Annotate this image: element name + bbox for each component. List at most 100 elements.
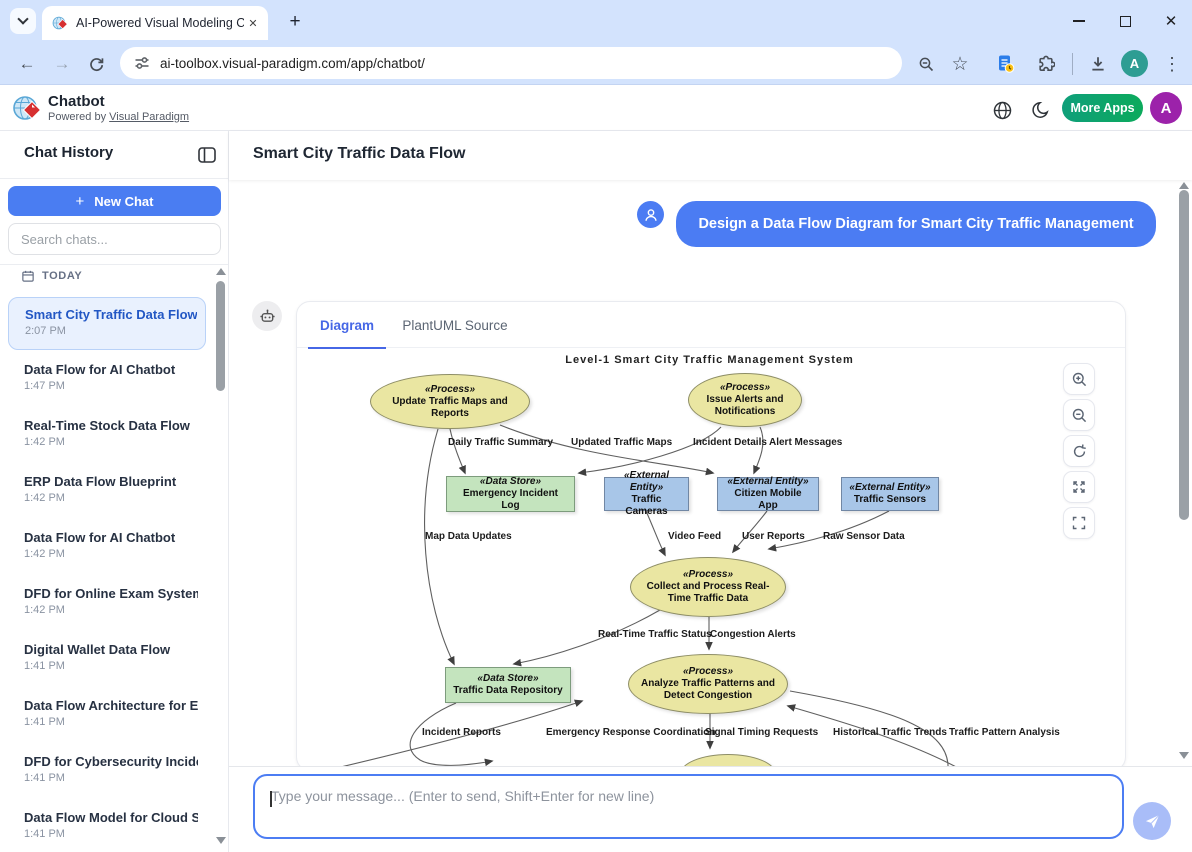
node-name: Update Traffic Maps and Reports <box>377 396 523 420</box>
zoom-out-page-button[interactable] <box>912 50 940 78</box>
zoom-in-icon <box>1071 371 1088 388</box>
zoom-out-icon <box>1071 407 1088 424</box>
chat-item-time: 1:41 PM <box>24 660 198 672</box>
chat-list-item[interactable]: Data Flow for AI Chatbot 1:47 PM <box>8 353 206 406</box>
chat-item-title: ERP Data Flow Blueprint <box>24 474 198 489</box>
chat-list-item[interactable]: Digital Wallet Data Flow 1:41 PM <box>8 633 206 686</box>
chat-list-item[interactable]: Real-Time Stock Data Flow 1:42 PM <box>8 409 206 462</box>
sidebar-scroll-down-arrow[interactable] <box>216 837 226 844</box>
person-icon <box>643 207 659 223</box>
back-button[interactable]: ← <box>12 49 42 79</box>
tab-diagram[interactable]: Diagram <box>308 302 386 348</box>
new-tab-button[interactable]: + <box>282 9 308 35</box>
today-label: TODAY <box>42 270 82 282</box>
fullscreen-button[interactable] <box>1063 507 1095 539</box>
browser-menu-kebab-icon[interactable]: ⋮ <box>1158 50 1186 78</box>
zoom-out-button[interactable] <box>1063 399 1095 431</box>
app-title: Chatbot <box>48 93 105 110</box>
node-stereotype: «External Entity» <box>727 476 808 488</box>
browser-tab[interactable]: AI-Powered Visual Modeling Ch ✕ <box>42 6 268 40</box>
edge-label: Real-Time Traffic Status <box>598 629 712 640</box>
sidebar-scroll-up-arrow[interactable] <box>216 268 226 275</box>
downloads-button[interactable] <box>1084 50 1112 78</box>
window-close-button[interactable]: ✕ <box>1156 8 1186 34</box>
process-update-traffic-maps: «Process» Update Traffic Maps and Report… <box>370 374 530 429</box>
node-name: Traffic Cameras <box>611 494 682 518</box>
window-minimize-button[interactable] <box>1064 8 1094 34</box>
new-chat-button[interactable]: + New Chat <box>8 186 221 216</box>
chat-list-item[interactable]: ERP Data Flow Blueprint 1:42 PM <box>8 465 206 518</box>
tab-close-icon[interactable]: ✕ <box>244 14 262 32</box>
main-area: Smart City Traffic Data Flow Design a Da… <box>229 131 1192 852</box>
calendar-icon <box>22 270 34 282</box>
main-scroll-down-arrow[interactable] <box>1179 752 1189 759</box>
node-stereotype: «Process» <box>683 569 733 581</box>
divider <box>0 178 229 179</box>
conversation-title-bar: Smart City Traffic Data Flow <box>229 131 1192 180</box>
powered-by-prefix: Powered by <box>48 111 106 123</box>
url-bar[interactable]: ai-toolbox.visual-paradigm.com/app/chatb… <box>120 47 902 79</box>
reload-button[interactable] <box>81 49 111 79</box>
edge-label: Signal Timing Requests <box>705 727 818 738</box>
chat-item-title: DFD for Online Exam System <box>24 586 198 601</box>
triangle-up-icon <box>1179 182 1189 189</box>
edge-label: Congestion Alerts <box>710 629 796 640</box>
tab-search-button[interactable] <box>10 8 36 34</box>
chat-list-item[interactable]: Data Flow Model for Cloud S... 1:41 PM <box>8 801 206 852</box>
main-scrollbar-thumb[interactable] <box>1179 190 1189 520</box>
chevron-down-icon <box>17 13 28 24</box>
node-name: Analyze Traffic Patterns and Detect Cong… <box>635 678 781 702</box>
diagram-canvas: Level-1 Smart City Traffic Management Sy… <box>308 349 1111 766</box>
process-issue-alerts: «Process» Issue Alerts and Notifications <box>688 373 802 427</box>
fit-expand-button[interactable] <box>1063 471 1095 503</box>
docs-extension-icon[interactable] <box>992 50 1020 78</box>
chat-item-title: Digital Wallet Data Flow <box>24 642 198 657</box>
dark-mode-button[interactable] <box>1028 98 1052 122</box>
node-stereotype: «Process» <box>683 666 733 678</box>
node-name: Citizen Mobile App <box>724 488 812 512</box>
message-input[interactable] <box>253 774 1124 839</box>
chat-scroll-area[interactable]: Design a Data Flow Diagram for Smart Cit… <box>229 180 1192 766</box>
zoom-in-button[interactable] <box>1063 363 1095 395</box>
bot-avatar <box>252 301 282 331</box>
window-maximize-button[interactable] <box>1110 8 1140 34</box>
extensions-puzzle-icon[interactable] <box>1032 50 1060 78</box>
forward-button[interactable]: → <box>47 49 77 79</box>
edge-label: Alert Messages <box>769 437 842 448</box>
browser-chrome: AI-Powered Visual Modeling Ch ✕ + ✕ ← → … <box>0 0 1192 85</box>
tab-plantuml-source[interactable]: PlantUML Source <box>397 302 513 348</box>
more-apps-button[interactable]: More Apps <box>1062 94 1143 122</box>
sidebar-scrollbar-thumb[interactable] <box>216 281 225 391</box>
node-stereotype: «Data Store» <box>477 673 538 685</box>
edge-label: Map Data Updates <box>425 531 512 542</box>
edge-label: Daily Traffic Summary <box>448 437 553 448</box>
chat-list-item[interactable]: DFD for Online Exam System 1:42 PM <box>8 577 206 630</box>
collapse-sidebar-button[interactable] <box>196 144 218 166</box>
edge-label: Emergency Response Coordination <box>546 727 715 738</box>
chat-list-item[interactable]: DFD for Cybersecurity Incide... 1:41 PM <box>8 745 206 798</box>
today-section-header: TODAY <box>22 270 82 282</box>
search-chats-input[interactable] <box>8 223 221 255</box>
new-chat-label: New Chat <box>94 194 153 209</box>
chat-item-time: 1:42 PM <box>24 492 198 504</box>
chat-history-title: Chat History <box>24 144 113 161</box>
reset-view-button[interactable] <box>1063 435 1095 467</box>
chat-list-item[interactable]: Smart City Traffic Data Flow 2:07 PM <box>8 297 206 350</box>
chat-list-item[interactable]: Data Flow for AI Chatbot 1:42 PM <box>8 521 206 574</box>
node-name: Emergency Incident Log <box>453 488 568 512</box>
diagram-title: Level-1 Smart City Traffic Management Sy… <box>308 354 1111 366</box>
main-scroll-up-arrow[interactable] <box>1179 182 1189 189</box>
response-tabbar: Diagram PlantUML Source <box>297 302 1125 348</box>
bookmark-star-icon[interactable]: ☆ <box>946 50 974 78</box>
account-avatar[interactable]: A <box>1150 92 1182 124</box>
visual-paradigm-link[interactable]: Visual Paradigm <box>109 111 189 123</box>
send-button[interactable] <box>1133 802 1171 840</box>
url-text: ai-toolbox.visual-paradigm.com/app/chatb… <box>160 56 425 71</box>
edge-label: User Reports <box>742 531 805 542</box>
moon-icon <box>1031 101 1049 119</box>
chat-list-item[interactable]: Data Flow Architecture for E-... 1:41 PM <box>8 689 206 742</box>
browser-profile-avatar[interactable]: A <box>1121 50 1148 77</box>
chat-item-title: DFD for Cybersecurity Incide... <box>24 754 198 769</box>
node-name: Traffic Sensors <box>854 494 926 506</box>
language-button[interactable] <box>990 98 1014 122</box>
